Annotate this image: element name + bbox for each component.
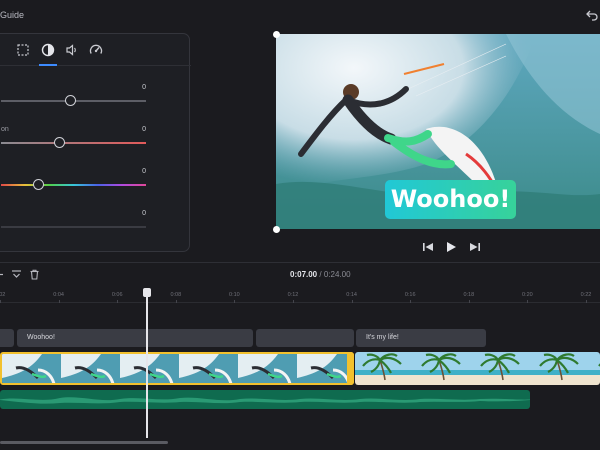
video-thumbnail <box>238 354 297 383</box>
active-tab-indicator <box>39 64 57 66</box>
guide-title: Guide <box>0 10 25 20</box>
video-thumbnail <box>2 354 61 383</box>
ruler-tick <box>175 300 177 303</box>
ruler-tick-label: 0:04 <box>53 292 64 298</box>
video-clip[interactable] <box>355 352 600 385</box>
ruler-tick-label: 0:18 <box>463 292 475 298</box>
saturation-track[interactable] <box>1 142 146 144</box>
timeline-scrollbar[interactable] <box>0 441 168 444</box>
video-thumbnail <box>532 352 591 385</box>
slider-thumb[interactable] <box>53 137 65 148</box>
properties-panel: 0 on 0 0 0 <box>0 33 191 252</box>
ruler-tick-label: 0:10 <box>229 292 240 298</box>
time-readout: 0:07.00 / 0:24.00 <box>290 270 351 279</box>
ruler-tick <box>586 300 587 303</box>
ruler-tick <box>234 300 236 303</box>
resize-handle-bottom-left[interactable] <box>273 226 280 233</box>
skip-back-icon[interactable] <box>421 240 435 254</box>
caption-overlay[interactable]: Woohoo! <box>385 180 516 219</box>
undo-icon[interactable] <box>586 9 598 21</box>
playhead[interactable] <box>146 288 148 438</box>
audio-track[interactable] <box>0 390 530 409</box>
video-thumbnail <box>61 354 120 383</box>
caption-clip[interactable] <box>0 329 14 347</box>
ruler-tick <box>468 300 470 303</box>
playhead-handle[interactable] <box>143 288 151 297</box>
slider-row: on 0 <box>0 126 191 156</box>
slider-row: 0 <box>0 168 191 198</box>
ruler-tick <box>58 300 60 303</box>
caption-clip[interactable]: Woohoo! <box>17 329 253 347</box>
ruler-tick-label: 0:12 <box>287 292 299 298</box>
ruler-tick-label: 0:16 <box>404 292 416 298</box>
video-thumbnail <box>120 354 179 383</box>
ruler-tick-label: 0:02 <box>0 292 6 298</box>
video-thumbnail <box>297 354 352 383</box>
hue-track[interactable] <box>1 184 146 186</box>
ruler-tick <box>351 300 353 303</box>
ruler-tick-label: 0:06 <box>111 292 123 298</box>
slider-thumb[interactable] <box>33 179 45 190</box>
ruler-tick <box>293 300 294 303</box>
contrast-icon[interactable] <box>40 42 56 58</box>
volume-icon[interactable] <box>64 42 80 58</box>
video-thumbnail <box>591 352 600 385</box>
video-thumbnail <box>414 352 473 385</box>
skip-forward-icon[interactable] <box>468 240 482 254</box>
time-ruler[interactable]: 0:02 0:04 0:06 0:08 0:10 0:12 0:14 0:16 0:18 0:20… <box>0 289 600 303</box>
play-icon[interactable] <box>444 240 458 254</box>
slider-value: 0 <box>142 126 146 133</box>
crop-icon[interactable] <box>15 42 31 58</box>
top-bar: Guide <box>0 0 600 30</box>
slider-thumb[interactable] <box>65 95 77 106</box>
ruler-tick <box>527 300 529 303</box>
delete-icon[interactable] <box>29 269 40 280</box>
slider-label: on <box>1 126 9 133</box>
video-thumbnail <box>355 352 414 385</box>
trim-icon[interactable] <box>11 269 22 280</box>
split-icon[interactable] <box>0 269 8 280</box>
slider-value: 0 <box>142 210 146 217</box>
ruler-tick-label: 0:22 <box>580 292 592 298</box>
slider-row: 0 <box>0 210 191 240</box>
clip-trim-handle[interactable] <box>347 352 354 385</box>
ruler-tick-label: 0:14 <box>346 292 357 298</box>
slider-value: 0 <box>142 168 146 175</box>
current-time: 0:07.00 <box>290 270 318 279</box>
ruler-tick <box>410 300 412 303</box>
slider-row: 0 <box>0 84 191 114</box>
ruler-tick <box>117 300 119 303</box>
ruler-tick <box>0 300 1 303</box>
audio-waveform <box>0 397 530 404</box>
ruler-tick-label: 0:20 <box>522 292 533 298</box>
properties-tabs <box>0 34 191 66</box>
video-thumbnail <box>473 352 532 385</box>
resize-handle-top-left[interactable] <box>273 31 280 38</box>
caption-clip[interactable] <box>256 329 354 347</box>
video-clip-selected[interactable] <box>0 352 354 385</box>
video-thumbnail <box>179 354 238 383</box>
speed-icon[interactable] <box>88 42 104 58</box>
slider-value: 0 <box>142 84 146 91</box>
ruler-tick-label: 0:08 <box>170 292 182 298</box>
total-time: 0:24.00 <box>323 270 351 279</box>
time-separator: / <box>319 270 322 279</box>
caption-clip[interactable]: It's my life! <box>356 329 486 347</box>
slider-track[interactable] <box>1 226 146 228</box>
